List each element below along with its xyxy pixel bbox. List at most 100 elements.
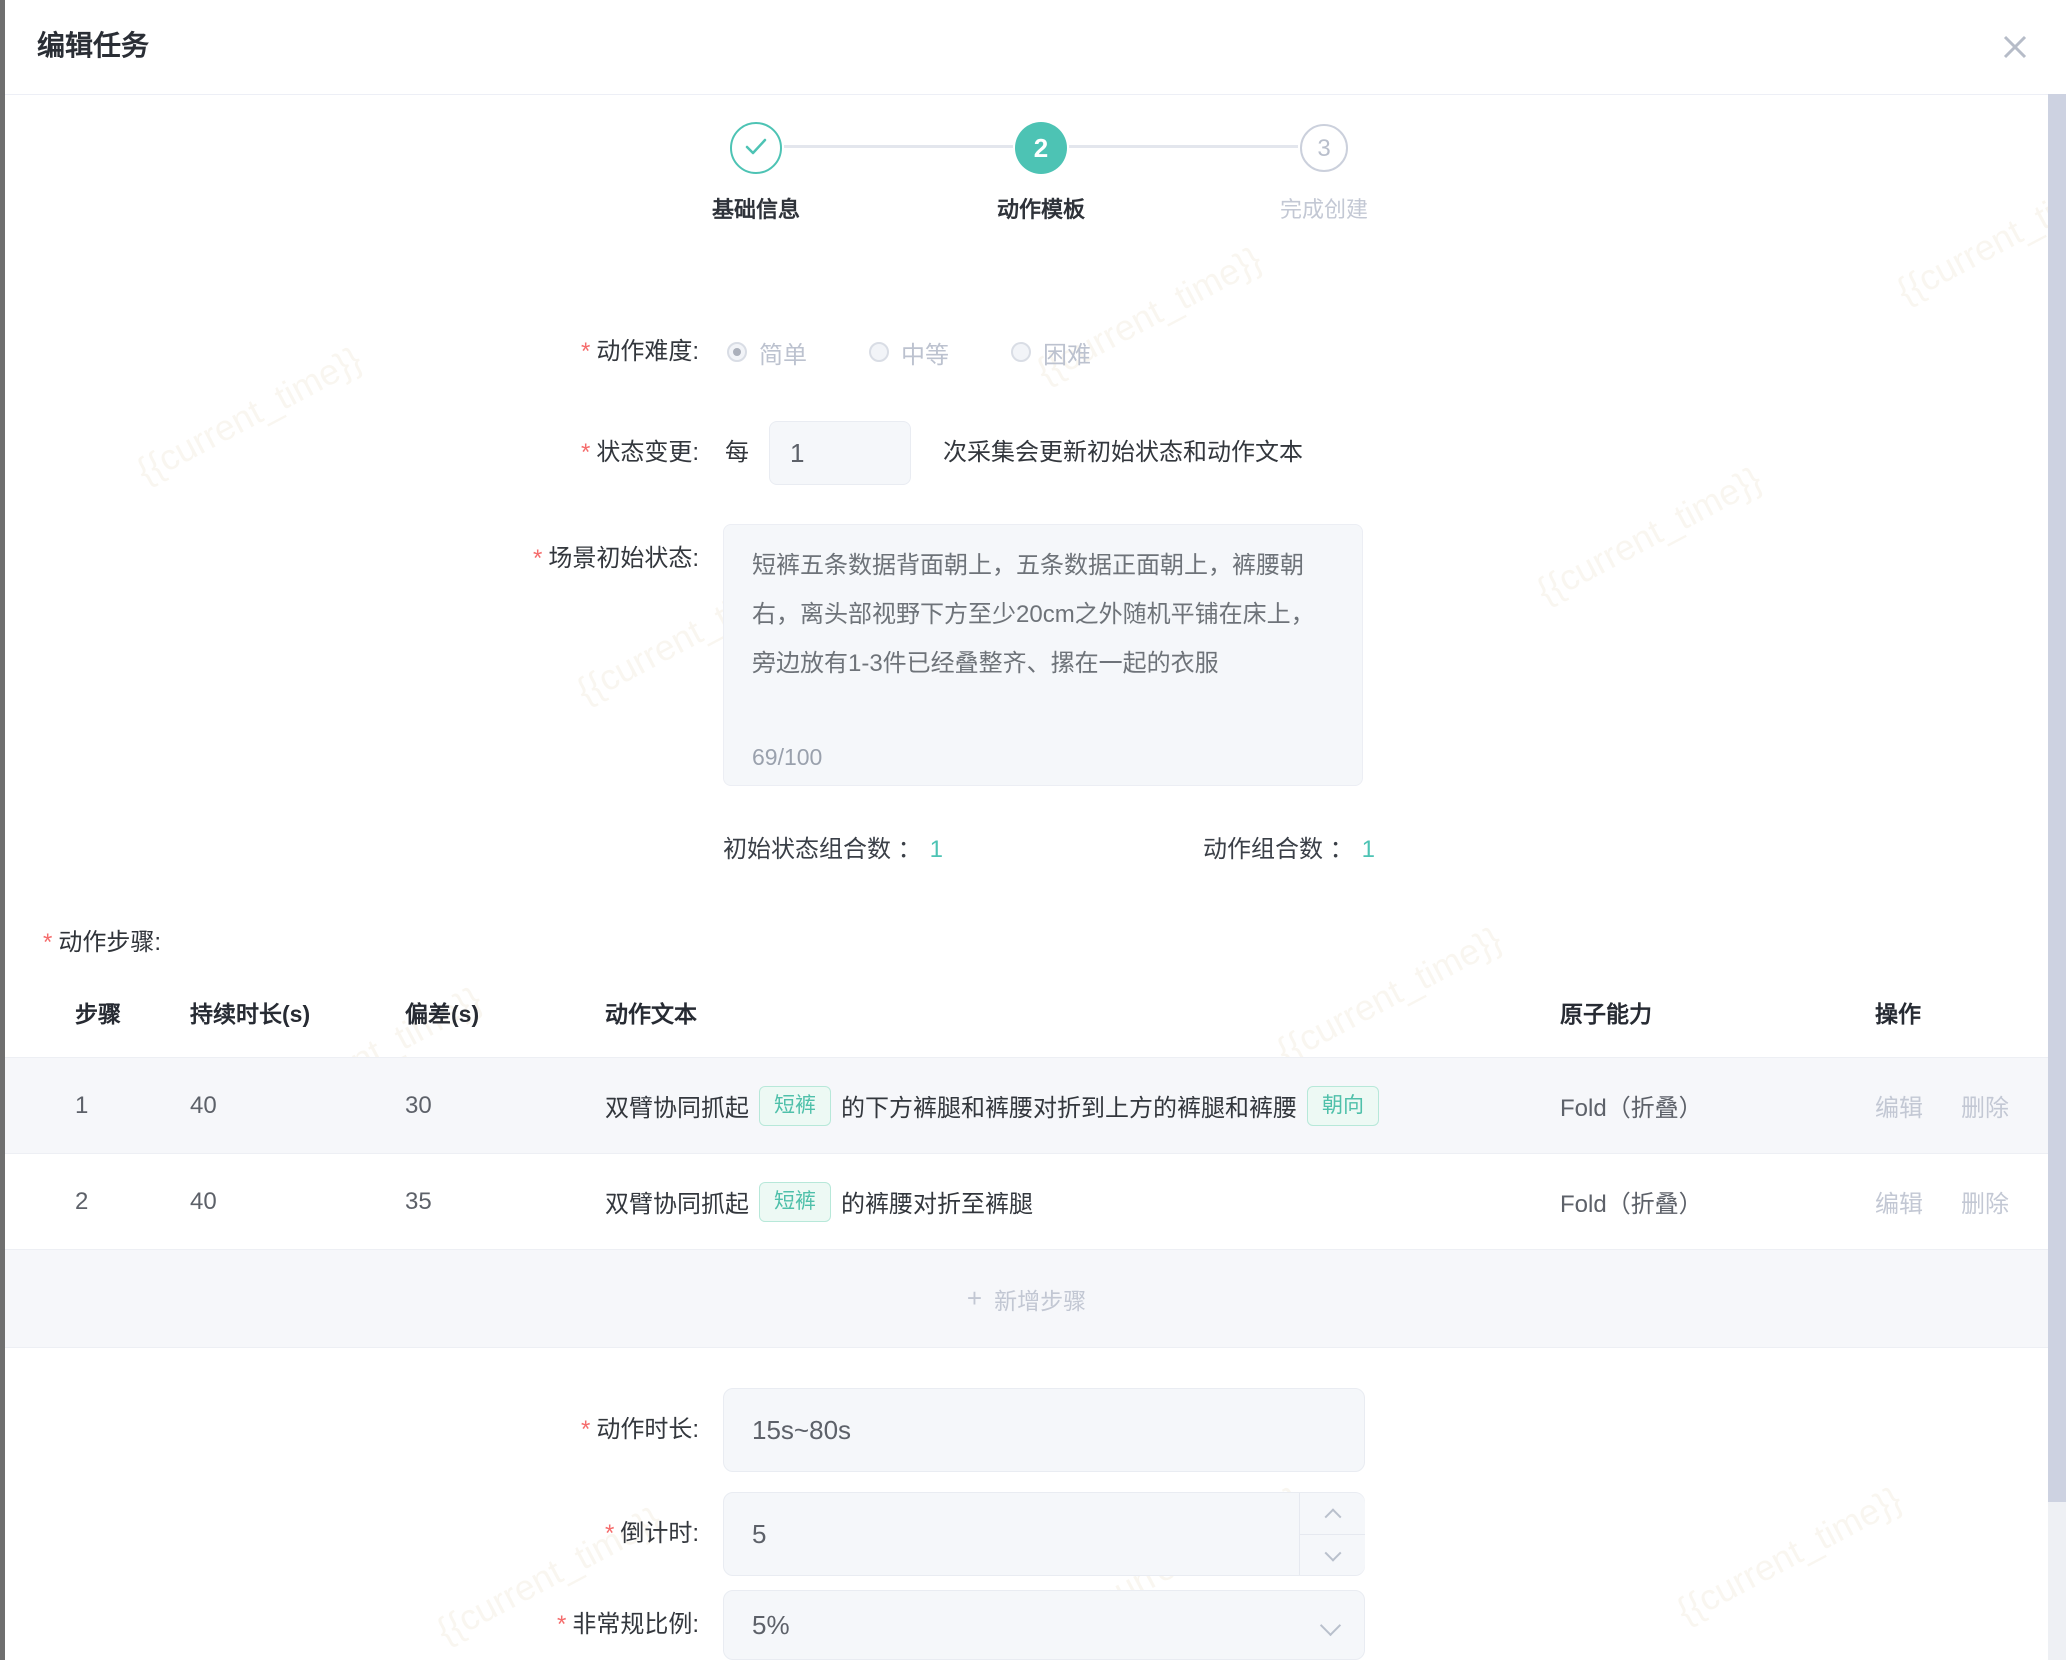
- table-row: 14030双臂协同抓起短裤的下方裤腿和裤腰对折到上方的裤腿和裤腰朝向Fold（折…: [5, 1058, 2048, 1154]
- initial-state-label: *场景初始状态:: [5, 538, 699, 573]
- step-label-basic-info: 基础信息: [636, 192, 876, 224]
- header-cell: 偏差(s): [405, 995, 605, 1029]
- radio-circle: [727, 342, 747, 362]
- required-mark: *: [605, 1520, 614, 1547]
- cell-actions: 编辑 删除: [1875, 1088, 2048, 1123]
- edit-link[interactable]: 编辑: [1875, 1095, 1923, 1122]
- countdown-label: *倒计时:: [5, 1492, 699, 1576]
- scrollbar-thumb[interactable]: [2048, 94, 2066, 1502]
- cell-step: 1: [75, 1092, 190, 1120]
- required-mark: *: [581, 338, 590, 365]
- cell-capability: Fold（折叠）: [1560, 1184, 1875, 1219]
- state-change-input[interactable]: [769, 421, 911, 485]
- radio-option-hard[interactable]: 困难: [1011, 335, 1091, 370]
- action-text: 双臂协同抓起: [605, 1088, 749, 1123]
- check-icon: [743, 136, 769, 158]
- chevron-down-icon: [1324, 1544, 1341, 1561]
- cell-step: 2: [75, 1188, 190, 1216]
- keyword-tag: 短裤: [759, 1182, 831, 1222]
- spinner-up-button[interactable]: [1300, 1493, 1365, 1535]
- combo-value: 1: [1362, 836, 1375, 863]
- step-circle-1: [730, 122, 782, 174]
- combos-row: 初始状态组合数 ： 1 动作组合数 ： 1: [5, 830, 2066, 870]
- radio-label: 困难: [1043, 335, 1091, 370]
- initial-state-text: 短裤五条数据背面朝上，五条数据正面朝上，裤腰朝右，离头部视野下方至少20cm之外…: [752, 541, 1336, 688]
- header-cell: 动作文本: [605, 995, 1560, 1029]
- initial-state-row: *场景初始状态: 短裤五条数据背面朝上，五条数据正面朝上，裤腰朝右，离头部视野下…: [5, 524, 2066, 786]
- difficulty-row: *动作难度: 简单 中等 困难: [5, 330, 2066, 374]
- duration-label: *动作时长:: [5, 1388, 699, 1472]
- page-title: 编辑任务: [37, 0, 149, 92]
- duration-input[interactable]: [723, 1388, 1365, 1472]
- required-mark: *: [581, 1416, 590, 1443]
- cell-deviation: 30: [405, 1092, 605, 1120]
- step-connector: [1069, 145, 1298, 148]
- ratio-select[interactable]: 5%: [723, 1590, 1365, 1660]
- table-row: 24035双臂协同抓起短裤的裤腰对折至裤腿Fold（折叠）编辑 删除: [5, 1154, 2048, 1250]
- combo-value: 1: [930, 836, 943, 863]
- cell-duration: 40: [190, 1092, 405, 1120]
- initial-state-textarea[interactable]: 短裤五条数据背面朝上，五条数据正面朝上，裤腰朝右，离头部视野下方至少20cm之外…: [723, 524, 1363, 786]
- dialog-header: 编辑任务: [5, 0, 2066, 95]
- radio-circle: [869, 342, 889, 362]
- required-mark: *: [581, 439, 590, 466]
- step-circle-3: 3: [1300, 124, 1348, 172]
- spinner-down-button[interactable]: [1300, 1535, 1365, 1575]
- step-label-finish-create: 完成创建: [1204, 192, 1444, 224]
- ratio-value: 5%: [752, 1591, 790, 1659]
- radio-circle: [1011, 342, 1031, 362]
- edit-task-dialog: 编辑任务 {{current_time}}{{current_time}}{{c…: [0, 0, 2066, 1660]
- modal-overlay-strip: [0, 0, 5, 1660]
- edit-link[interactable]: 编辑: [1875, 1191, 1923, 1218]
- radio-option-easy[interactable]: 简单: [727, 335, 807, 370]
- cell-action-text: 双臂协同抓起短裤的裤腰对折至裤腿: [605, 1182, 1560, 1222]
- header-cell: 持续时长(s): [190, 995, 405, 1029]
- scrollbar: [2048, 94, 2066, 1660]
- cell-duration: 40: [190, 1188, 405, 1216]
- initial-state-combo-count: 初始状态组合数 ： 1: [723, 830, 943, 870]
- textarea-counter: 69/100: [752, 744, 822, 771]
- state-change-suffix: 次采集会更新初始状态和动作文本: [943, 420, 1303, 486]
- radio-label: 中等: [901, 335, 949, 370]
- table-body: 14030双臂协同抓起短裤的下方裤腿和裤腰对折到上方的裤腿和裤腰朝向Fold（折…: [5, 1058, 2048, 1250]
- step-label-action-template: 动作模板: [921, 192, 1161, 224]
- radio-option-medium[interactable]: 中等: [869, 335, 949, 370]
- radio-dot: [733, 348, 741, 356]
- delete-link[interactable]: 删除: [1961, 1095, 2009, 1122]
- header-cell: 步骤: [75, 995, 190, 1029]
- countdown-input[interactable]: [723, 1492, 1365, 1576]
- delete-link[interactable]: 删除: [1961, 1191, 2009, 1218]
- header-cell: 原子能力: [1560, 995, 1875, 1029]
- number-spinner: [1299, 1493, 1365, 1575]
- add-step-button[interactable]: + 新增步骤: [5, 1250, 2048, 1348]
- keyword-tag: 短裤: [759, 1086, 831, 1126]
- chevron-up-icon: [1324, 1508, 1341, 1525]
- countdown-row: *倒计时:: [5, 1492, 2066, 1576]
- steps-section-label: *动作步骤:: [43, 922, 161, 957]
- steps-table: 步骤持续时长(s)偏差(s)动作文本原子能力操作 14030双臂协同抓起短裤的下…: [5, 966, 2048, 1348]
- combo-label: 初始状态组合数 ：: [723, 836, 922, 863]
- difficulty-label: *动作难度:: [5, 330, 699, 374]
- cell-capability: Fold（折叠）: [1560, 1088, 1875, 1123]
- duration-row: *动作时长:: [5, 1388, 2066, 1472]
- add-step-label: 新增步骤: [994, 1282, 1086, 1316]
- state-change-label: *状态变更:: [5, 420, 699, 486]
- action-combo-count: 动作组合数 ： 1: [1203, 830, 1375, 870]
- combo-label: 动作组合数 ：: [1203, 836, 1354, 863]
- stepper: 2 3 基础信息 动作模板 完成创建: [5, 94, 2066, 264]
- select-chevron-down-icon: [1320, 1615, 1341, 1636]
- action-text: 双臂协同抓起: [605, 1184, 749, 1219]
- action-text: 的下方裤腿和裤腰对折到上方的裤腿和裤腰: [841, 1088, 1297, 1123]
- state-change-prefix: 每: [725, 420, 749, 486]
- table-header: 步骤持续时长(s)偏差(s)动作文本原子能力操作: [5, 966, 2048, 1058]
- step-connector: [784, 145, 1013, 148]
- dialog-body: {{current_time}}{{current_time}}{{curren…: [5, 94, 2066, 1660]
- header-cell: 操作: [1875, 995, 2048, 1029]
- ratio-label: *非常规比例:: [5, 1590, 699, 1660]
- cell-action-text: 双臂协同抓起短裤的下方裤腿和裤腰对折到上方的裤腿和裤腰朝向: [605, 1086, 1560, 1126]
- close-icon[interactable]: [1998, 30, 2032, 64]
- radio-label: 简单: [759, 335, 807, 370]
- cell-deviation: 35: [405, 1188, 605, 1216]
- plus-icon: +: [967, 1283, 982, 1314]
- ratio-row: *非常规比例: 5%: [5, 1590, 2066, 1660]
